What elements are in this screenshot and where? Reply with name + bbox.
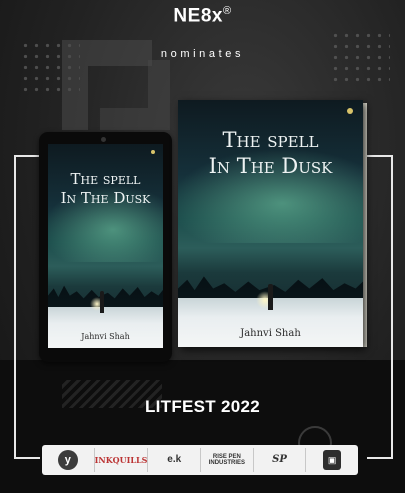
- box-logo-icon: ▣: [323, 450, 342, 470]
- cover-author: Jahnvi Shah: [81, 332, 130, 341]
- brand-title: NE8x®: [0, 5, 405, 27]
- cover-title-line1: The spell: [222, 128, 319, 152]
- figure-silhouette: [268, 284, 273, 310]
- brand-name: NE8x: [173, 5, 223, 27]
- paperback-mockup: The spell In The Dusk Jahnvi Shah: [178, 100, 363, 347]
- cover-author: Jahnvi Shah: [240, 328, 301, 339]
- registered-mark: ®: [222, 5, 232, 17]
- sponsor-ek: e.k: [148, 448, 202, 472]
- figure-silhouette: [100, 291, 104, 313]
- paperback-cover: The spell In The Dusk Jahnvi Shah: [178, 100, 363, 347]
- tablet-camera: [101, 137, 106, 142]
- cover-title-line1: The spell: [70, 170, 141, 188]
- y-circle-logo-icon: y: [57, 450, 78, 470]
- inkquills-logo-icon: INKQUILLS: [95, 455, 148, 465]
- event-title: LITFEST 2022: [144, 397, 261, 416]
- rise-pen-logo-icon: RISE PEN INDUSTRIES: [208, 454, 246, 466]
- sponsor-inkquills: INKQUILLS: [95, 448, 149, 472]
- sponsor-rise-pen: RISE PEN INDUSTRIES: [201, 448, 254, 472]
- tagline: nominates: [160, 48, 245, 60]
- sponsor-script: SP: [254, 448, 307, 472]
- cover-title: The spell In The Dusk: [178, 127, 363, 180]
- sponsor-y: y: [42, 448, 95, 472]
- cover-title: The spell In The Dusk: [48, 170, 163, 208]
- moon-icon: [347, 108, 353, 114]
- tablet-mockup: The spell In The Dusk Jahnvi Shah: [39, 132, 172, 362]
- sponsor-box: ▣: [306, 448, 358, 472]
- inkquills-text: INKQUILLS: [94, 455, 148, 465]
- moon-icon: [151, 150, 155, 154]
- script-logo-icon: SP: [272, 454, 287, 465]
- cover-title-line2: In The Dusk: [208, 154, 333, 179]
- sponsor-logo-strip: y INKQUILLS e.k RISE PEN INDUSTRIES SP ▣: [42, 445, 358, 475]
- ebook-cover: The spell In The Dusk Jahnvi Shah: [48, 144, 163, 348]
- snow-ground: [48, 307, 163, 348]
- corner-shape-decoration: [100, 60, 170, 130]
- ek-logo-icon: e.k: [167, 454, 182, 465]
- cover-title-line2: In The Dusk: [60, 188, 151, 207]
